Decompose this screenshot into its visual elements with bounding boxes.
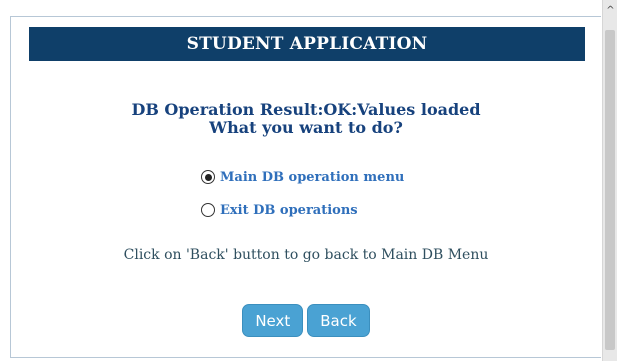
radio-unselected-icon[interactable] <box>201 203 215 217</box>
option-label[interactable]: Exit DB operations <box>220 203 358 218</box>
option-exit-db-operations[interactable]: Exit DB operations <box>201 198 501 222</box>
vertical-scrollbar[interactable]: ^ <box>602 0 617 361</box>
button-row: Next Back <box>11 304 601 337</box>
options-group: Main DB operation menu Exit DB operation… <box>201 165 501 231</box>
next-button[interactable]: Next <box>242 304 304 337</box>
operation-result: DB Operation Result:OK:Values loaded Wha… <box>11 101 601 137</box>
question-text: What you want to do? <box>209 118 403 137</box>
radio-dot-icon <box>204 173 212 181</box>
instruction-text: Click on 'Back' button to go back to Mai… <box>123 247 489 263</box>
page-title: STUDENT APPLICATION <box>186 34 428 54</box>
option-label[interactable]: Main DB operation menu <box>220 170 404 185</box>
page: STUDENT APPLICATION DB Operation Result:… <box>0 0 617 361</box>
back-button[interactable]: Back <box>307 304 370 337</box>
option-main-db-menu[interactable]: Main DB operation menu <box>201 165 501 189</box>
radio-selected-icon[interactable] <box>201 170 215 184</box>
scrollbar-thumb[interactable] <box>605 30 615 350</box>
scroll-up-icon[interactable]: ^ <box>603 0 617 20</box>
application-frame: STUDENT APPLICATION DB Operation Result:… <box>10 16 601 358</box>
result-message: DB Operation Result:OK:Values loaded <box>131 100 481 119</box>
header-bar: STUDENT APPLICATION <box>29 27 585 61</box>
